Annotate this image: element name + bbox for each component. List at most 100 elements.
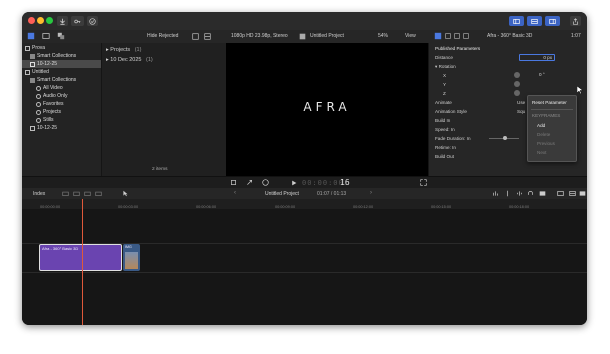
audio-inspector-icon[interactable] [445,33,451,39]
add-keyframe-item[interactable]: Add [537,123,545,128]
library-icon [25,45,30,51]
project-name[interactable]: Untitled Project [265,191,299,197]
video-inspector-icon[interactable] [434,32,442,40]
param-label: X [443,73,447,78]
crop-icon[interactable] [230,179,237,186]
event-row[interactable]: ▸ Projects (1) [106,47,141,53]
timecode-frames: 16 [340,178,350,187]
distance-field[interactable]: 0 px [519,54,555,61]
rotation-x-dial[interactable] [514,72,520,78]
close-button[interactable] [28,17,35,24]
titles-icon[interactable] [57,32,65,40]
index-button[interactable]: Index [33,191,45,197]
clip-label: Afra - 360° Basic 3D [42,246,79,251]
library-item[interactable]: Audio Only [22,92,101,100]
event-row[interactable]: ▸ 10 Dec 2025 (1) [106,57,153,63]
library-item-label: Smart Collections [37,53,77,59]
rotation-x-field[interactable]: 0 ° [539,72,545,77]
library-item[interactable]: Smart Collections [22,52,101,60]
viewer[interactable]: AFRA [226,43,428,176]
play-icon[interactable] [291,180,297,186]
image-clip[interactable]: IMG [123,244,140,271]
layout-inspector-toggle[interactable] [545,16,560,26]
library-item[interactable]: Stills [22,116,101,124]
param-row: Distance [435,55,453,60]
library-item[interactable]: Projects [22,108,101,116]
delete-keyframe-item[interactable]: Delete [537,132,550,137]
title-clip[interactable]: Afra - 360° Basic 3D [39,244,122,271]
headphones-icon[interactable] [527,190,534,197]
param-row: Build In [435,118,450,123]
zoom-button[interactable] [46,17,53,24]
param-value[interactable]: Squ [517,109,525,114]
audio-skimming-icon[interactable] [516,190,523,197]
library-item[interactable]: Smart Collections [22,76,101,84]
rotation-z-dial[interactable] [514,90,520,96]
fade-slider-knob[interactable] [503,136,507,140]
skimming-icon[interactable] [504,190,511,197]
photos-icon[interactable] [42,32,50,40]
library-icon[interactable] [27,32,35,40]
solo-icon[interactable] [539,190,546,197]
share-inspector-icon[interactable] [463,33,469,39]
append-clip-icon[interactable] [84,190,91,197]
project-icon [299,33,306,40]
transform-icon[interactable] [246,179,253,186]
overwrite-clip-icon[interactable] [95,190,102,197]
library-item[interactable]: 10-12-25 [22,124,101,132]
fullscreen-icon[interactable] [420,179,427,186]
insert-clip-icon[interactable] [73,190,80,197]
library-item[interactable]: All Video [22,84,101,92]
library-item[interactable]: Favorites [22,100,101,108]
inspector-duration: 1:07 [571,33,581,39]
library-item-label: Smart Collections [37,77,77,83]
rotation-y-dial[interactable] [514,81,520,87]
browser-toolbar: Hide Rejected 1080p HD 23.98p, Stereo Un… [22,30,587,44]
param-value[interactable]: Use [517,100,525,105]
arrow-tool-icon[interactable] [122,190,129,197]
timeline-icon [531,18,538,24]
filmstrip-icon[interactable] [192,33,199,40]
param-row: Animation Style Squ [435,109,525,114]
connect-clip-icon[interactable] [62,190,69,197]
background-tasks-button[interactable] [87,16,98,26]
inspector-section: Published Parameters [435,46,481,51]
library-item-label: All Video [43,85,63,91]
param-label: Build Out [435,154,454,159]
previous-keyframe-item[interactable]: Previous [537,141,555,146]
snapping-icon[interactable] [557,190,564,197]
param-row: X [443,73,446,78]
zoom-popup[interactable]: 54% [378,33,388,39]
reset-parameter-item[interactable]: Reset Parameter [532,100,567,105]
download-icon [60,18,65,25]
forward-arrow-icon[interactable]: › [370,190,372,196]
share-button[interactable] [570,16,581,26]
param-row: ▾ Rotation [435,64,456,70]
import-button[interactable] [57,16,68,26]
info-inspector-icon[interactable] [454,33,460,39]
layout-library-toggle[interactable] [509,16,524,26]
event-row-count: (1) [134,47,142,53]
library-item[interactable]: 10-12-25 [22,60,101,68]
audio-meter-icon[interactable] [492,190,499,197]
back-arrow-icon[interactable]: ‹ [234,190,236,196]
speed-icon[interactable] [262,179,269,186]
effects-browser-icon[interactable] [579,190,586,197]
timeline-tracks[interactable]: Afra - 360° Basic 3D IMG [22,209,587,325]
playhead[interactable] [82,199,83,325]
library-item[interactable]: Untitled [22,68,101,76]
clip-appearance-icon[interactable] [569,190,576,197]
clip-settings-icon[interactable] [204,33,211,40]
key-icon [74,19,81,23]
next-keyframe-item[interactable]: Next [537,150,546,155]
view-popup[interactable]: View [405,33,416,39]
minimize-button[interactable] [37,17,44,24]
layout-timeline-toggle[interactable] [527,16,542,26]
format-label: 1080p HD 23.98p, Stereo [231,33,288,39]
app-window: Hide Rejected 1080p HD 23.98p, Stereo Un… [22,12,587,325]
filter-popup[interactable]: Hide Rejected [147,33,178,39]
viewer-title-text: AFRA [303,100,351,114]
keywords-button[interactable] [71,16,84,26]
gear-icon [36,109,41,115]
library-item[interactable]: Prova [22,44,101,52]
